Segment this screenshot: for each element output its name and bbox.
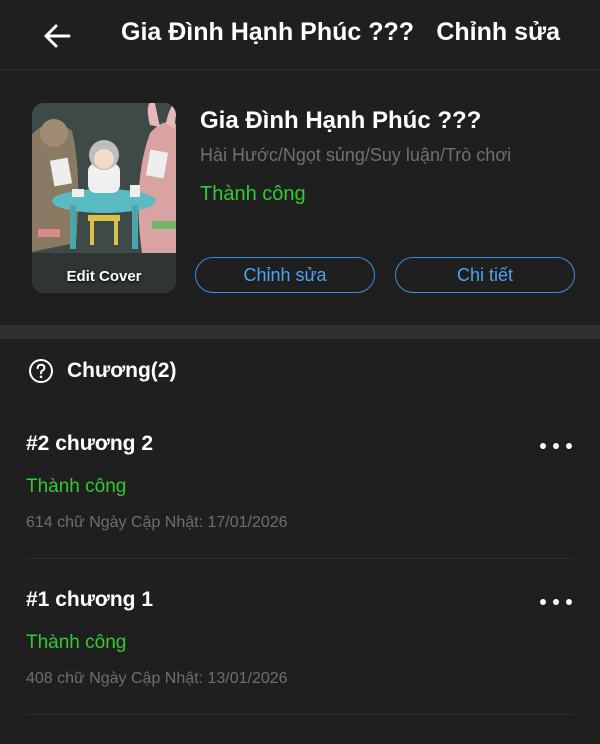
cover-illustration bbox=[32, 103, 176, 293]
question-circle-icon[interactable] bbox=[28, 358, 54, 384]
chapters-count-label: Chương(2) bbox=[67, 359, 177, 382]
chapter-meta: 408 chữ Ngày Cập Nhật: 13/01/2026 bbox=[26, 670, 288, 687]
cover-image[interactable]: Edit Cover bbox=[32, 103, 176, 293]
chapter-status: Thành công bbox=[26, 476, 127, 497]
more-options-icon[interactable] bbox=[538, 592, 574, 612]
edit-cover-label[interactable]: Edit Cover bbox=[32, 268, 176, 285]
book-title: Gia Đình Hạnh Phúc ??? bbox=[200, 107, 482, 134]
book-genres: Hài Hước/Ngọt sủng/Suy luận/Trò chơi bbox=[200, 145, 512, 165]
arrow-left-icon[interactable] bbox=[38, 16, 78, 56]
more-options-icon[interactable] bbox=[538, 436, 574, 456]
divider bbox=[26, 558, 574, 559]
chapters-header: Chương(2) bbox=[28, 358, 176, 384]
detail-button[interactable]: Chi tiết bbox=[395, 257, 575, 293]
book-info: Edit Cover Gia Đình Hạnh Phúc ??? Hài Hư… bbox=[0, 71, 600, 325]
chapter-item[interactable]: #1 chương 1 Thành công 408 chữ Ngày Cập … bbox=[26, 588, 574, 744]
top-bar: Gia Đình Hạnh Phúc ??? Chỉnh sửa bbox=[0, 0, 600, 70]
chapter-meta: 614 chữ Ngày Cập Nhật: 17/01/2026 bbox=[26, 514, 288, 531]
status-badge: Thành công bbox=[200, 183, 306, 205]
edit-story-link[interactable]: Chỉnh sửa bbox=[436, 18, 560, 47]
chapter-item[interactable]: #2 chương 2 Thành công 614 chữ Ngày Cập … bbox=[26, 432, 574, 588]
page-title: Gia Đình Hạnh Phúc ??? bbox=[121, 18, 415, 46]
chapter-status: Thành công bbox=[26, 632, 127, 653]
divider bbox=[26, 714, 574, 715]
chapter-title[interactable]: #1 chương 1 bbox=[26, 588, 153, 612]
edit-button[interactable]: Chỉnh sửa bbox=[195, 257, 375, 293]
chapter-title[interactable]: #2 chương 2 bbox=[26, 432, 153, 456]
section-divider bbox=[0, 325, 600, 339]
